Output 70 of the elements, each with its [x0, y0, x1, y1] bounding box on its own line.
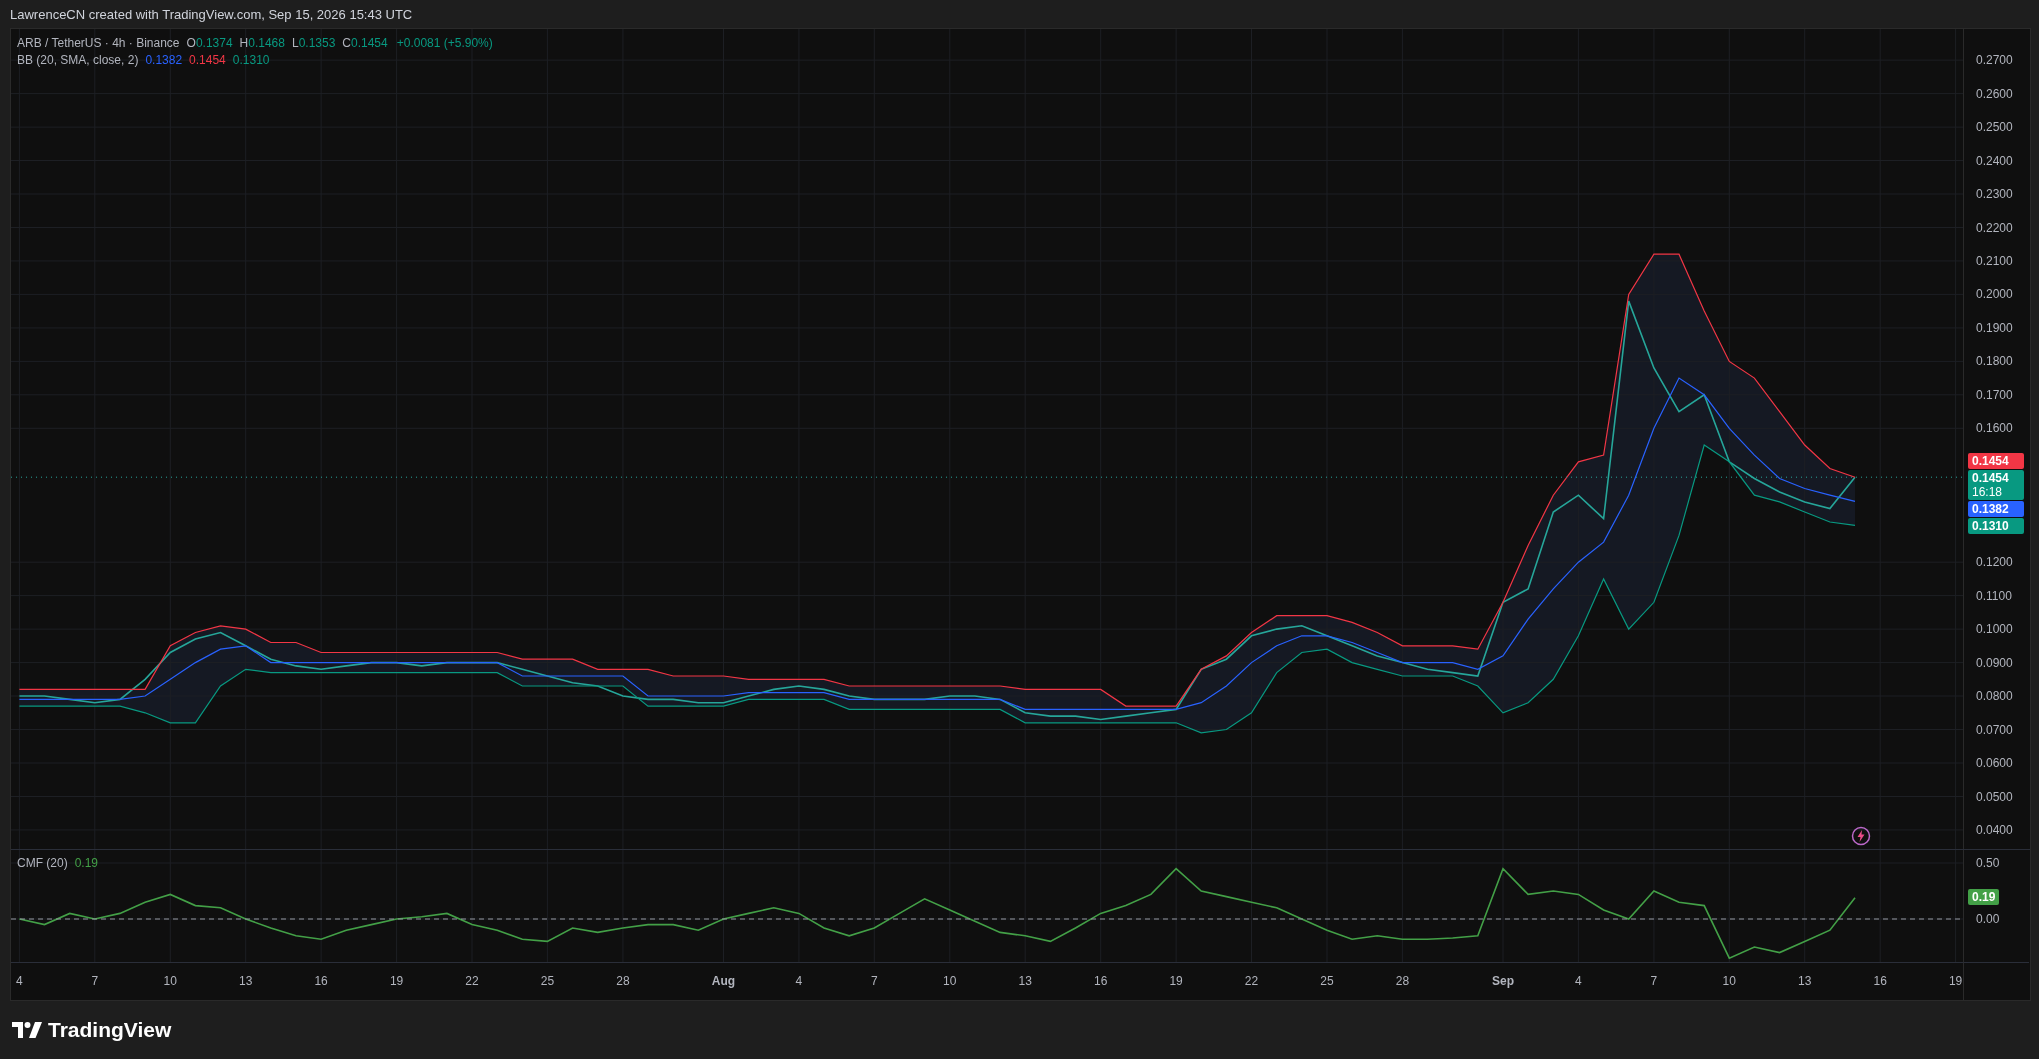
- axis-label: 0.2200: [1976, 219, 2013, 236]
- date-label: 7: [91, 974, 99, 988]
- date-label: Aug: [711, 974, 736, 988]
- brand-name: TradingView: [48, 1018, 172, 1042]
- date-label: 16: [1094, 974, 1108, 988]
- date-label: 22: [1244, 974, 1259, 988]
- axis-label: 0.2700: [1976, 52, 2013, 69]
- date-label: 13: [1798, 974, 1812, 988]
- value-badge: 0.19: [1968, 888, 2000, 905]
- axis-label: 0.2000: [1976, 286, 2013, 303]
- axis-label: 0.1200: [1976, 554, 2013, 571]
- axis-label: 0.1800: [1976, 353, 2013, 370]
- ohlc-value: C0.1454: [342, 35, 388, 52]
- axis-label: 0.2100: [1976, 252, 2013, 269]
- price-badge: 0.1454 16:18: [1968, 470, 2024, 501]
- axis-label: 0.2600: [1976, 85, 2013, 102]
- axis-label: 0.0600: [1976, 755, 2013, 771]
- ohlc-value: H0.1468: [239, 35, 285, 52]
- date-label: 4: [795, 974, 803, 988]
- date-label: 13: [239, 974, 253, 988]
- date-label: Sep: [1492, 974, 1514, 988]
- date-label: 7: [870, 974, 878, 988]
- price-badge: 0.1310: [1968, 518, 2024, 535]
- axis-label: 0.1700: [1976, 386, 2013, 403]
- indicator-value: 0.1454: [189, 52, 226, 69]
- axis-label: 0.1900: [1976, 319, 2013, 336]
- axis-label: 0.1600: [1976, 420, 2013, 437]
- date-label: 10: [943, 974, 957, 988]
- date-label: 16: [314, 974, 328, 988]
- date-label: 19: [1948, 974, 1963, 988]
- axis-label: 0.2500: [1976, 119, 2013, 136]
- ohlc-value: O0.1374: [186, 35, 233, 52]
- date-label: 19: [1169, 974, 1183, 988]
- price-badge: 0.1454: [1968, 453, 2024, 470]
- attribution-text: LawrenceCN created with TradingView.com, Sep 15, 2026 15:43 UTC: [10, 6, 413, 22]
- symbol-text: ARB / TetherUS · 4h · Binance: [17, 35, 180, 52]
- indicator-value: 0.1310: [232, 52, 270, 69]
- axis-label: 0.2300: [1976, 186, 2013, 202]
- lightning-icon[interactable]: [1851, 826, 1871, 846]
- date-label: 25: [1320, 974, 1334, 988]
- date-label: 4: [1575, 974, 1582, 988]
- price-change: +0.0081 (+5.90%): [396, 35, 493, 52]
- indicator-name: BB (20, SMA, close, 2): [17, 52, 139, 69]
- axis-label: 0.0900: [1976, 654, 2013, 671]
- price-badge: 0.1382: [1968, 501, 2024, 518]
- date-label: 4: [16, 974, 23, 988]
- date-label: 25: [540, 974, 555, 988]
- axis-label: 0.0800: [1976, 688, 2013, 704]
- indicator-value: 0.1382: [145, 52, 183, 69]
- indicator-name: CMF (20): [17, 855, 68, 872]
- date-label: 10: [1722, 974, 1736, 988]
- ohlc-value: L0.1353: [291, 35, 336, 52]
- indicator-value: 0.19: [74, 855, 99, 872]
- axis-label: 0.50: [1976, 855, 2000, 871]
- axis-label: 0.0500: [1976, 788, 2013, 805]
- date-label: 22: [465, 974, 479, 988]
- date-label: 16: [1873, 974, 1887, 988]
- date-label: 28: [616, 974, 630, 988]
- axis-label: 0.1100: [1976, 587, 2012, 604]
- axis-label: 0.0400: [1976, 821, 2013, 838]
- date-label: 10: [163, 974, 177, 988]
- date-label: 13: [1018, 974, 1032, 988]
- axis-label: 0.0700: [1976, 721, 2013, 738]
- date-label: 28: [1395, 974, 1410, 988]
- date-label: 19: [389, 974, 404, 988]
- axis-label: 0.00: [1976, 911, 2000, 927]
- date-label: 7: [1650, 974, 1658, 988]
- axis-label: 0.1000: [1976, 621, 2013, 638]
- axis-label: 0.2400: [1976, 152, 2013, 169]
- logo-icon: [12, 1021, 42, 1039]
